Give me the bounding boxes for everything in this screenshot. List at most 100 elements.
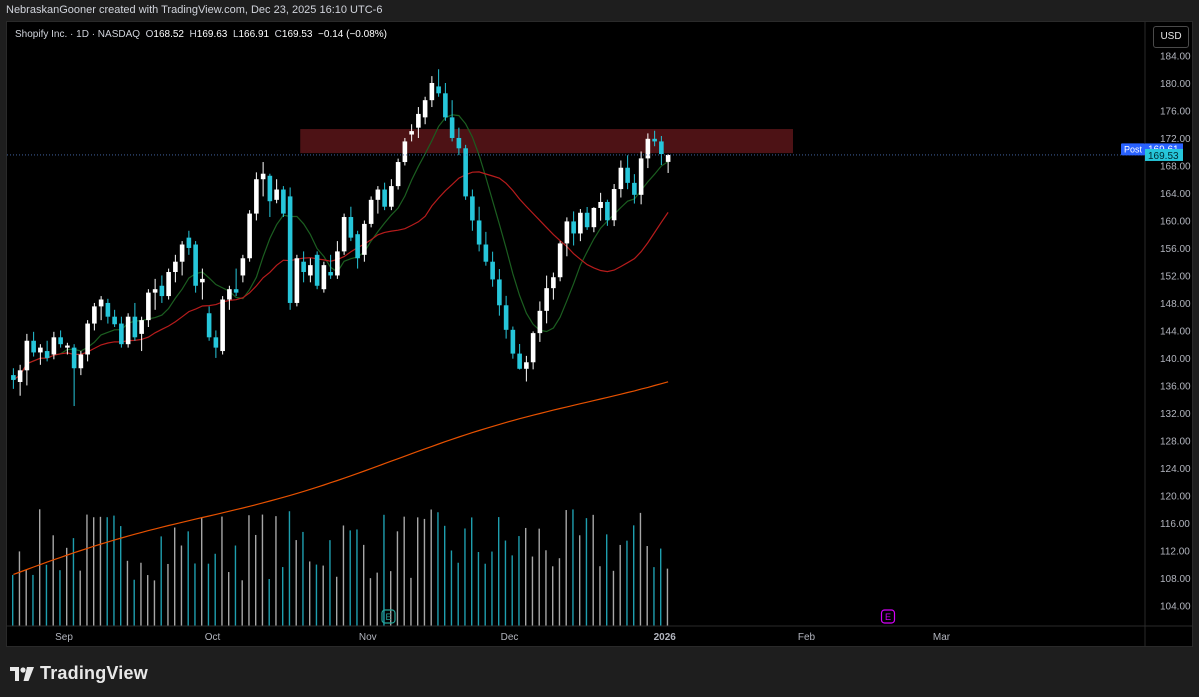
volume-bar	[619, 544, 621, 626]
volume-bar	[592, 514, 594, 626]
low-value: 166.91	[238, 29, 270, 40]
candle-body	[119, 323, 124, 345]
price-tick-label: 120.00	[1160, 491, 1191, 502]
volume-bar	[32, 574, 34, 626]
candle-body	[557, 243, 563, 278]
price-tick-label: 148.00	[1160, 299, 1191, 310]
volume-bar	[471, 517, 473, 626]
price-tick-label: 108.00	[1160, 574, 1191, 585]
volume-bar	[106, 517, 108, 626]
candle-body	[274, 189, 279, 200]
candle-body	[254, 179, 259, 214]
price-tick-label: 184.00	[1160, 51, 1191, 62]
candle-body	[179, 244, 185, 262]
volume-bar	[288, 511, 291, 626]
post-badge-label: Post	[1124, 144, 1143, 154]
candle-body	[483, 244, 489, 262]
candle-body	[206, 313, 212, 338]
volume-bar	[302, 531, 304, 626]
volume-bar	[59, 570, 61, 626]
time-tick-label: Sep	[55, 632, 73, 643]
candle-body	[267, 175, 273, 202]
volume-bar	[633, 525, 635, 626]
candle-body	[368, 199, 374, 224]
volume-bar	[268, 578, 270, 626]
volume-bar	[201, 517, 203, 626]
volume-bar	[248, 515, 250, 626]
candle-body	[537, 310, 543, 334]
volume-bar	[450, 550, 453, 626]
candle-body	[193, 244, 198, 286]
candle-body	[578, 212, 583, 234]
candle-body	[618, 167, 624, 190]
volume-bar	[133, 579, 135, 626]
candle-body	[638, 158, 644, 195]
candle-body	[598, 201, 603, 208]
volume-bar	[660, 548, 662, 626]
volume-bar	[342, 525, 345, 626]
volume-bar	[423, 518, 426, 626]
time-tick-label: Nov	[359, 632, 377, 643]
candle-body	[564, 221, 570, 244]
volume-bar	[639, 512, 642, 626]
price-tick-label: 104.00	[1160, 601, 1191, 612]
volume-bar	[653, 567, 655, 626]
candle-body	[443, 93, 448, 118]
volume-bar	[120, 526, 122, 626]
volume-bar	[194, 563, 196, 626]
candle-body	[112, 316, 117, 325]
tradingview-logo[interactable]: TradingView	[10, 663, 148, 684]
volume-bar	[612, 570, 615, 626]
candle-body	[584, 212, 590, 228]
price-tick-label: 176.00	[1160, 106, 1191, 117]
symbol-label: Shopify Inc. · 1D · NASDAQ	[15, 29, 141, 40]
volume-bar	[39, 509, 41, 626]
volume-bar	[383, 514, 385, 626]
candle-body	[301, 261, 306, 273]
candle-body	[476, 220, 482, 245]
candle-body	[375, 189, 381, 200]
volume-bar	[282, 567, 284, 626]
volume-bar	[174, 527, 176, 626]
price-tick-label: 132.00	[1160, 409, 1191, 420]
volume-bar	[228, 572, 230, 626]
candle-body	[213, 337, 219, 348]
volume-bar	[261, 514, 264, 626]
candle-body	[233, 289, 239, 293]
candle-body	[152, 289, 158, 293]
volume-bar	[545, 550, 547, 626]
volume-bar	[363, 544, 365, 626]
chart-panel[interactable]: 184.00 180.00 176.00 172.00 168.00 164.00 160.…	[6, 21, 1193, 647]
candle-body	[611, 189, 617, 221]
candle-body	[125, 316, 131, 345]
volume-bar	[160, 536, 162, 626]
close-label: C	[274, 29, 282, 40]
price-tick-label: 144.00	[1160, 326, 1191, 337]
candle-body	[348, 217, 354, 238]
volume-bar	[147, 575, 149, 626]
volume-bar	[207, 563, 210, 626]
volume-bar	[552, 566, 554, 626]
candle-body	[544, 288, 549, 311]
candle-body	[645, 138, 651, 159]
price-chart[interactable]: 184.00 180.00 176.00 172.00 168.00 164.00 160.…	[7, 22, 1192, 646]
volume-bar	[349, 530, 351, 626]
volume-bar	[25, 569, 27, 626]
time-tick-label: Dec	[501, 632, 519, 643]
candle-body	[389, 186, 394, 207]
candle-body	[395, 162, 401, 187]
volume-bar	[275, 516, 277, 626]
volume-bar	[565, 510, 567, 626]
volume-bar	[437, 512, 439, 626]
candle-body	[58, 337, 63, 345]
footer-bar: TradingView	[0, 648, 1199, 697]
ohlc-legend: Shopify Inc. · 1D · NASDAQ O168.52 H169.…	[15, 29, 387, 40]
time-tick-label: 2026	[654, 632, 677, 643]
high-label: H	[189, 29, 197, 40]
volume-bar	[113, 515, 115, 626]
candle-body	[335, 251, 340, 276]
candle-body	[652, 138, 657, 142]
currency-button[interactable]: USD	[1153, 26, 1189, 48]
volume-bar	[504, 540, 507, 626]
candle-body	[571, 221, 576, 234]
